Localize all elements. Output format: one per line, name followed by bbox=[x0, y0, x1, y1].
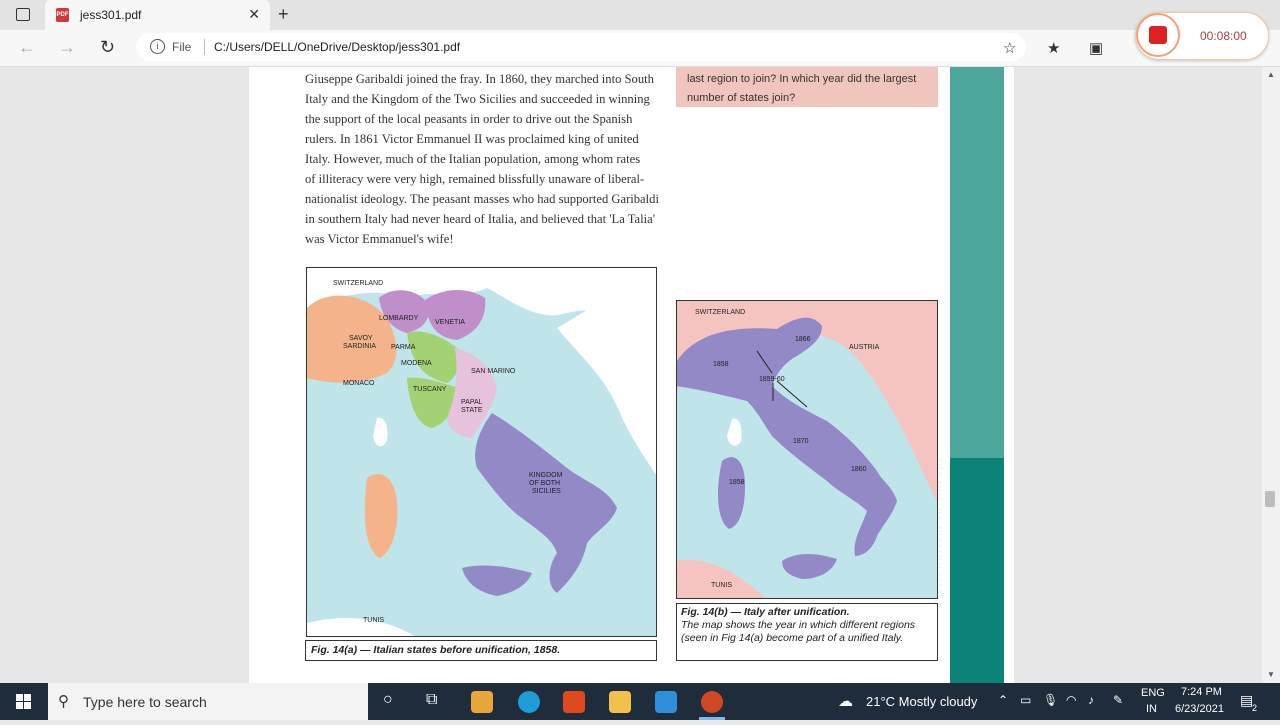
figure-caption-b-text: The map shows the year in which differen… bbox=[681, 619, 916, 644]
map-label: 1870 bbox=[793, 438, 809, 445]
map-label: 1860 bbox=[851, 466, 867, 473]
scroll-down-icon[interactable]: ▼ bbox=[1267, 670, 1275, 679]
back-icon[interactable]: ← bbox=[18, 37, 36, 58]
body-text: Giuseppe Garibaldi joined the fray. In 1… bbox=[305, 69, 661, 249]
question-line: last region to join? In which year did t… bbox=[687, 73, 917, 85]
map-label: 1858 bbox=[729, 479, 745, 486]
figure-caption-b: Fig. 14(b) — Italy after unification. Th… bbox=[676, 603, 938, 661]
text-line: Italy and the Kingdom of the Two Sicilie… bbox=[305, 92, 650, 106]
meet-now-icon[interactable]: ▭ bbox=[1020, 693, 1031, 707]
start-button[interactable] bbox=[0, 683, 48, 720]
side-band bbox=[950, 67, 1004, 458]
new-tab-icon[interactable]: + bbox=[278, 4, 289, 25]
map-label: 1859-60 bbox=[759, 376, 785, 383]
map-label: KINGDOM bbox=[529, 472, 563, 479]
map-label: SAVOY bbox=[349, 335, 373, 342]
map-label: PAPAL bbox=[461, 399, 483, 406]
favorites-icon[interactable]: ★ bbox=[1047, 39, 1060, 57]
stop-recording-button[interactable] bbox=[1136, 13, 1180, 57]
text-line: rulers. In 1861 Victor Emmanuel II was p… bbox=[305, 132, 639, 146]
cortana-icon[interactable]: ○ bbox=[383, 691, 393, 709]
side-band-dark bbox=[950, 458, 1004, 683]
site-info-icon[interactable]: i bbox=[150, 39, 165, 54]
map-label: AUSTRIA bbox=[849, 344, 880, 351]
volume-icon[interactable]: ♪ bbox=[1088, 693, 1094, 707]
text-line: the support of the local peasants in ord… bbox=[305, 112, 633, 126]
recording-timer: 00:08:00 bbox=[1200, 29, 1247, 43]
text-line: Giuseppe Garibaldi joined the fray. In 1… bbox=[305, 72, 654, 86]
map-label: OF BOTH bbox=[529, 480, 560, 487]
address-bar[interactable]: i File C:/Users/DELL/OneDrive/Desktop/je… bbox=[136, 33, 1026, 61]
text-line: was Victor Emmanuel's wife! bbox=[305, 232, 454, 246]
powerpoint-icon[interactable] bbox=[701, 691, 723, 713]
tab-title: jess301.pdf bbox=[80, 8, 142, 22]
close-tab-icon[interactable]: ✕ bbox=[248, 6, 260, 23]
figure-caption-b-title: Fig. 14(b) — Italy after unification. bbox=[681, 606, 850, 618]
add-favorite-icon[interactable]: ☆ bbox=[1003, 39, 1016, 57]
pen-icon[interactable]: ✎ bbox=[1113, 693, 1123, 707]
tab-actions-icon[interactable] bbox=[16, 8, 30, 21]
map-label: STATE bbox=[461, 407, 483, 414]
region-indicator[interactable]: IN bbox=[1146, 703, 1157, 715]
pdf-icon: PDF bbox=[56, 8, 69, 22]
stop-icon bbox=[1149, 26, 1167, 44]
clock-date[interactable]: 6/23/2021 bbox=[1175, 703, 1224, 715]
show-hidden-icons[interactable]: ⌃ bbox=[998, 693, 1008, 707]
search-placeholder: Type here to search bbox=[83, 694, 207, 710]
collections-icon[interactable]: ▣ bbox=[1089, 39, 1103, 57]
map-label: SWITZERLAND bbox=[333, 280, 383, 287]
address-url[interactable]: C:/Users/DELL/OneDrive/Desktop/jess301.p… bbox=[214, 40, 460, 54]
question-box: last region to join? In which year did t… bbox=[676, 67, 938, 107]
cloud-icon: ☁ bbox=[838, 693, 853, 710]
microphone-icon[interactable]: 🎙 bbox=[1043, 693, 1058, 707]
vertical-scrollbar[interactable] bbox=[1262, 67, 1280, 683]
windows-logo-icon bbox=[16, 694, 31, 709]
network-icon[interactable]: ◠ bbox=[1066, 693, 1076, 707]
address-divider bbox=[204, 39, 205, 55]
figure-caption-a: Fig. 14(a) — Italian states before unifi… bbox=[305, 640, 657, 661]
task-view-icon[interactable]: ⧉ bbox=[426, 691, 437, 709]
clock-time[interactable]: 7:24 PM bbox=[1181, 686, 1222, 698]
map-label: SAN MARINO bbox=[471, 368, 516, 375]
text-line: in southern Italy had never heard of Ita… bbox=[305, 212, 655, 226]
map-label: TUNIS bbox=[363, 617, 384, 624]
map-label: SARDINIA bbox=[343, 343, 376, 350]
address-scheme-label: File bbox=[172, 40, 192, 54]
weather-text[interactable]: 21°C Mostly cloudy bbox=[866, 694, 977, 709]
question-line: number of states join? bbox=[687, 92, 796, 104]
map-label: SICILIES bbox=[532, 488, 561, 495]
taskbar-search-box[interactable]: ⚲ Type here to search bbox=[48, 683, 368, 720]
map-label: SWITZERLAND bbox=[695, 309, 745, 316]
map-label: TUSCANY bbox=[413, 386, 447, 393]
browser-tab[interactable]: PDF jess301.pdf ✕ bbox=[45, 0, 270, 30]
scroll-up-icon[interactable]: ▲ bbox=[1267, 70, 1275, 79]
map-label: TUNIS bbox=[711, 582, 732, 589]
search-icon: ⚲ bbox=[58, 693, 69, 710]
text-line: Italy. However, much of the Italian popu… bbox=[305, 152, 641, 166]
refresh-icon[interactable]: ↻ bbox=[100, 37, 115, 58]
map-italy-before-unification: SWITZERLAND LOMBARDY VENETIA SAVOY SARDI… bbox=[306, 267, 657, 637]
text-line: of illiteracy were very high, remained b… bbox=[305, 172, 645, 186]
scrollbar-thumb[interactable] bbox=[1265, 491, 1275, 507]
file-explorer-icon[interactable] bbox=[609, 691, 631, 713]
text-line: nationalist ideology. The peasant masses… bbox=[305, 192, 659, 206]
office-icon[interactable] bbox=[563, 691, 585, 713]
map-label: PARMA bbox=[391, 344, 416, 351]
map-label: VENETIA bbox=[435, 319, 465, 326]
map-label: MONACO bbox=[343, 380, 375, 387]
edge-icon[interactable] bbox=[518, 691, 540, 713]
map-label: LOMBARDY bbox=[379, 315, 419, 322]
map-italy-after-unification: SWITZERLAND 1866 AUSTRIA 1858 1859-60 18… bbox=[676, 300, 938, 599]
mail-icon[interactable] bbox=[655, 691, 677, 713]
store-icon[interactable] bbox=[471, 691, 493, 713]
forward-icon[interactable]: → bbox=[58, 37, 76, 58]
language-indicator[interactable]: ENG bbox=[1141, 687, 1165, 699]
map-label: 1858 bbox=[713, 361, 729, 368]
notification-count: 2 bbox=[1252, 703, 1258, 713]
map-label: MODENA bbox=[401, 360, 432, 367]
map-label: 1866 bbox=[795, 336, 811, 343]
